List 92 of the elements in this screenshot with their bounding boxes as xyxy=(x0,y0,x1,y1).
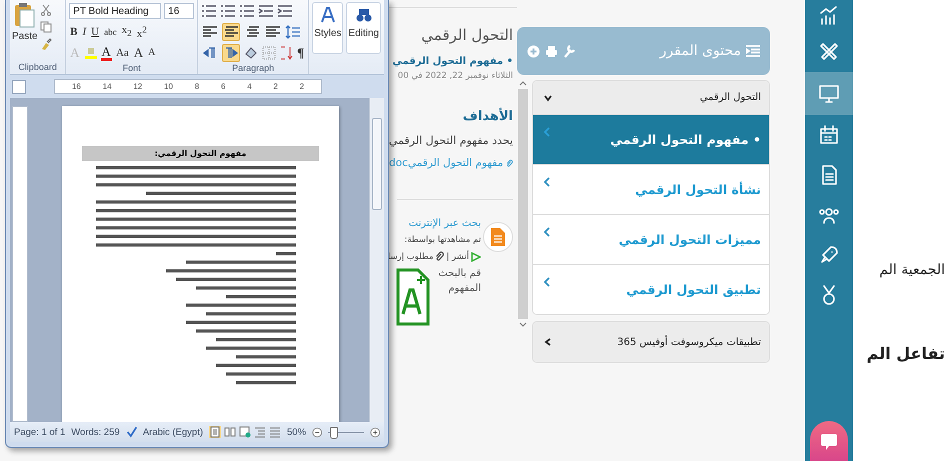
chevron-icon xyxy=(543,227,551,237)
ruler-number: 10 xyxy=(164,82,173,91)
borders-icon[interactable] xyxy=(262,46,276,60)
editing-button[interactable]: Editing xyxy=(346,2,381,54)
clipboard-icon xyxy=(14,2,36,28)
scroll-up-icon[interactable] xyxy=(518,80,526,86)
tab-selector[interactable] xyxy=(12,80,26,94)
section-header[interactable]: تطبيقات ميكروسوفت أوفيس 365 xyxy=(533,322,769,362)
objectives-heading: الأهداف xyxy=(462,109,513,124)
document-icon xyxy=(491,228,505,246)
language-indicator[interactable]: Arabic (Egypt) xyxy=(142,426,204,438)
views-text: تم مشاهدتها بواسطة: xyxy=(403,235,481,245)
outline-view-icon[interactable] xyxy=(254,426,266,438)
document-heading: مفهوم التحول الرقمي: xyxy=(82,146,319,161)
ruler-number: 8 xyxy=(194,82,200,91)
objective-text: يحدد مفهوم التحول الرقمي xyxy=(389,134,513,147)
format-button[interactable]: B xyxy=(69,24,78,40)
ruler-number: 14 xyxy=(102,82,112,91)
shrink-font-button[interactable]: A xyxy=(147,45,156,61)
ruler-number: 6 xyxy=(220,82,226,91)
zoom-slider-thumb[interactable] xyxy=(330,426,338,438)
format-button[interactable]: U xyxy=(90,24,100,40)
styles-icon xyxy=(318,6,337,24)
flag-icon xyxy=(471,252,481,262)
chevron-icon xyxy=(543,277,551,287)
chevron-icon xyxy=(543,127,551,137)
web-layout-icon[interactable] xyxy=(239,426,252,438)
chevron-icon xyxy=(543,92,553,102)
format-button[interactable]: abc xyxy=(103,24,118,40)
sidebar-item[interactable] xyxy=(805,72,853,115)
paperclip-icon xyxy=(506,158,513,168)
paperclip-icon xyxy=(435,251,444,262)
date-text: الثلاثاء نوفمبر 22, 2022 في 00 xyxy=(396,71,513,81)
reading-view-icon[interactable] xyxy=(224,426,236,438)
calendar-icon xyxy=(817,123,841,147)
chat-icon xyxy=(820,431,838,451)
group-label: Clipboard xyxy=(17,61,58,74)
group-label: Paragraph xyxy=(231,62,276,75)
grade-file-icon xyxy=(396,268,430,326)
grow-font-button[interactable]: A xyxy=(132,45,144,61)
scroll-down-icon[interactable] xyxy=(518,322,526,328)
zoom-level[interactable]: 50% xyxy=(287,426,306,438)
zoom-out-icon[interactable] xyxy=(312,426,322,438)
lesson-item[interactable]: • مفهوم التحول الرقمي xyxy=(533,115,769,165)
section-header[interactable]: التحول الرقمي xyxy=(533,81,769,115)
format-button[interactable]: I xyxy=(82,24,88,40)
indent-icon[interactable] xyxy=(258,4,274,18)
zoom-in-icon[interactable] xyxy=(370,426,380,438)
show-marks-button[interactable]: ¶ xyxy=(296,45,306,61)
list-icon[interactable] xyxy=(220,4,236,18)
group-label: Font xyxy=(122,62,142,75)
text-direction-button[interactable] xyxy=(222,44,240,62)
list-icon[interactable] xyxy=(201,4,218,18)
chevron-icon xyxy=(543,337,553,347)
paste-button[interactable]: Paste xyxy=(12,2,38,61)
scrollbar[interactable] xyxy=(369,98,384,422)
ruler-number: 2 xyxy=(273,82,278,91)
description-text: المفهوم xyxy=(447,283,481,294)
page-text: الجمعية الم xyxy=(878,262,945,278)
font-color-button[interactable]: A xyxy=(100,45,112,61)
description-text: قم بالبحث xyxy=(438,268,481,279)
change-case-button[interactable]: Aa xyxy=(114,45,130,61)
word-count[interactable]: Words: 259 xyxy=(71,426,120,438)
ruler-number: 2 xyxy=(300,82,304,91)
page-text: تفاعل الم xyxy=(866,344,945,363)
draft-view-icon[interactable] xyxy=(269,426,282,438)
sort-icon[interactable] xyxy=(279,46,294,60)
format-button[interactable]: x$^{2}$ xyxy=(136,22,148,42)
proofing-check-icon[interactable] xyxy=(126,425,137,439)
font-size-dropdown[interactable]: 16 xyxy=(164,3,194,19)
list-icon[interactable] xyxy=(239,4,256,18)
format-button[interactable]: x$_{2}$ xyxy=(120,22,133,42)
page-count[interactable]: Page: 1 of 1 xyxy=(14,426,66,438)
align-button[interactable] xyxy=(222,23,240,41)
topic-title: • مفهوم التحول الرقمي xyxy=(391,56,513,67)
indent-icon[interactable] xyxy=(277,4,294,18)
scissors-icon[interactable] xyxy=(40,4,52,16)
publish-label: أنشر | xyxy=(446,252,469,262)
ruler-number: 4 xyxy=(247,82,252,91)
lesson-title: التحول الرقمي xyxy=(420,26,513,44)
chevron-icon xyxy=(543,177,551,187)
brush-icon[interactable] xyxy=(40,38,52,50)
chat-button[interactable] xyxy=(810,421,848,461)
styles-button[interactable]: Styles xyxy=(312,2,344,54)
copy-icon[interactable] xyxy=(40,21,52,33)
print-layout-icon[interactable] xyxy=(209,426,222,438)
ruler-number: 12 xyxy=(133,82,142,91)
line-spacing-icon[interactable] xyxy=(285,25,302,39)
font-name-dropdown[interactable]: PT Bold Heading xyxy=(69,3,162,19)
course-content-title: محتوى المقرر xyxy=(660,43,741,59)
ruler-number: 16 xyxy=(72,82,81,91)
shading-icon[interactable] xyxy=(243,46,260,60)
